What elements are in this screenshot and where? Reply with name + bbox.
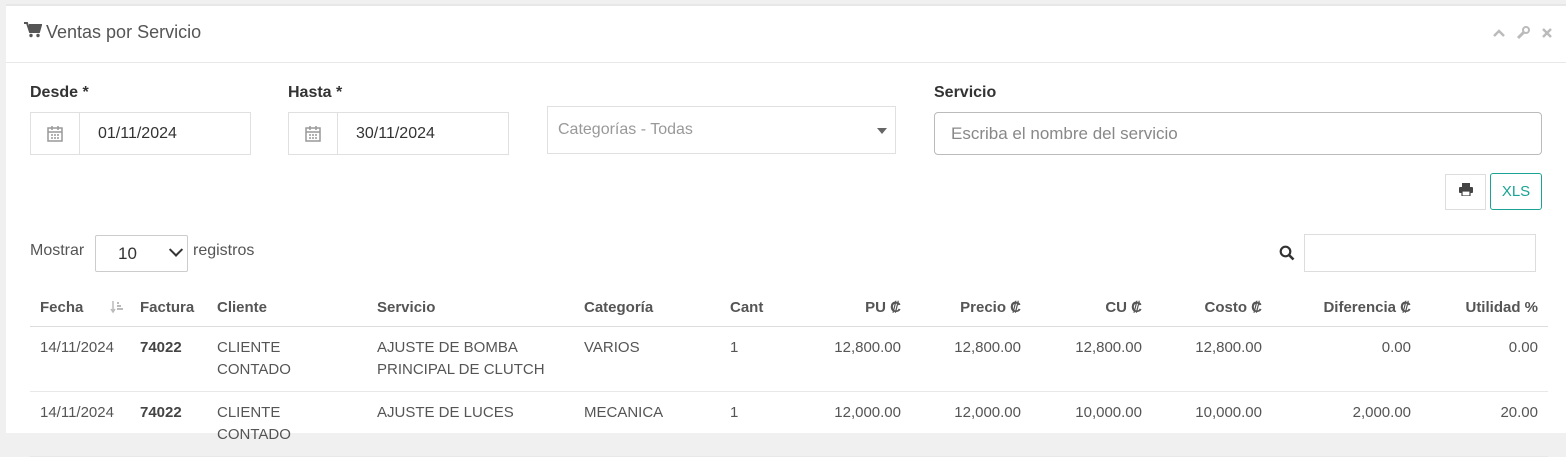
- page-length-value: 10: [118, 243, 137, 263]
- hasta-label: Hasta *: [288, 84, 343, 101]
- col-costo[interactable]: Costo ₡: [1152, 288, 1272, 327]
- cell-costo: 12,800.00: [1152, 326, 1272, 392]
- wrench-icon[interactable]: [1516, 26, 1530, 40]
- panel-tools: [1492, 26, 1554, 40]
- col-cliente[interactable]: Cliente: [207, 288, 367, 327]
- sort-desc-icon: [110, 300, 124, 314]
- col-utilidad[interactable]: Utilidad %: [1421, 288, 1548, 327]
- cell-utilidad: 0.00: [1421, 326, 1548, 392]
- panel-header: Ventas por Servicio: [6, 6, 1566, 63]
- table-row: 14/11/2024 74022 CLIENTE CONTADO AJUSTE …: [30, 326, 1548, 392]
- col-fecha[interactable]: Fecha: [30, 288, 130, 327]
- print-button[interactable]: [1445, 174, 1486, 210]
- cell-costo: 10,000.00: [1152, 391, 1272, 457]
- servicio-input[interactable]: [934, 112, 1542, 155]
- desde-input[interactable]: [80, 123, 250, 144]
- search-icon: [1279, 245, 1295, 261]
- cell-cliente: CLIENTE CONTADO: [207, 326, 367, 392]
- ventas-table: Fecha Factura Cliente Servicio Categoría…: [30, 288, 1548, 457]
- cell-diferencia: 0.00: [1272, 326, 1421, 392]
- hasta-date-field[interactable]: [288, 112, 509, 155]
- cell-pu: 12,800.00: [805, 326, 911, 392]
- cell-precio: 12,800.00: [911, 326, 1031, 392]
- servicio-label: Servicio: [934, 84, 997, 101]
- cell-pu: 12,000.00: [805, 391, 911, 457]
- close-icon[interactable]: [1540, 26, 1554, 40]
- cell-factura: 74022: [130, 391, 207, 457]
- cell-diferencia: 2,000.00: [1272, 391, 1421, 457]
- col-diferencia[interactable]: Diferencia ₡: [1272, 288, 1421, 327]
- panel-title: Ventas por Servicio: [24, 22, 201, 43]
- registros-label: registros: [193, 242, 255, 259]
- col-servicio[interactable]: Servicio: [367, 288, 574, 327]
- cell-factura: 74022: [130, 326, 207, 392]
- col-cant[interactable]: Cant: [720, 288, 805, 327]
- col-precio[interactable]: Precio ₡: [911, 288, 1031, 327]
- table-row: 14/11/2024 74022 CLIENTE CONTADO AJUSTE …: [30, 391, 1548, 457]
- cell-categoria: MECANICA: [574, 391, 720, 457]
- chevron-down-icon: [168, 242, 184, 257]
- col-categoria[interactable]: Categoría: [574, 288, 720, 327]
- cell-cliente: CLIENTE CONTADO: [207, 391, 367, 457]
- table-search-input[interactable]: [1304, 234, 1536, 272]
- calendar-icon[interactable]: [31, 113, 80, 154]
- col-cu[interactable]: CU ₡: [1031, 288, 1152, 327]
- cell-servicio: AJUSTE DE BOMBA PRINCIPAL DE CLUTCH: [367, 326, 574, 392]
- hasta-input[interactable]: [338, 123, 508, 144]
- table-header-row: Fecha Factura Cliente Servicio Categoría…: [30, 288, 1548, 327]
- cart-icon: [24, 22, 46, 43]
- cell-fecha: 14/11/2024: [30, 326, 130, 392]
- mostrar-label: Mostrar: [30, 242, 85, 259]
- cell-categoria: VARIOS: [574, 326, 720, 392]
- cell-cu: 12,800.00: [1031, 326, 1152, 392]
- cell-cant: 1: [720, 391, 805, 457]
- col-pu[interactable]: PU ₡: [805, 288, 911, 327]
- cell-cant: 1: [720, 326, 805, 392]
- cell-servicio: AJUSTE DE LUCES: [367, 391, 574, 457]
- collapse-icon[interactable]: [1492, 26, 1506, 40]
- cell-utilidad: 20.00: [1421, 391, 1548, 457]
- chevron-down-icon: [877, 128, 887, 134]
- desde-label: Desde *: [30, 84, 89, 101]
- cell-precio: 12,000.00: [911, 391, 1031, 457]
- xls-export-button[interactable]: XLS: [1490, 173, 1542, 210]
- ventas-panel: Ventas por Servicio Desde * Hasta * Cate…: [6, 4, 1566, 457]
- categoria-selected: Categorías - Todas: [558, 121, 693, 138]
- desde-date-field[interactable]: [30, 112, 251, 155]
- panel-title-text: Ventas por Servicio: [46, 22, 202, 42]
- categoria-select[interactable]: Categorías - Todas: [547, 106, 896, 154]
- calendar-icon[interactable]: [289, 113, 338, 154]
- cell-fecha: 14/11/2024: [30, 391, 130, 457]
- print-icon: [1458, 183, 1473, 201]
- cell-cu: 10,000.00: [1031, 391, 1152, 457]
- page-length-select[interactable]: 10: [95, 235, 188, 272]
- col-factura[interactable]: Factura: [130, 288, 207, 327]
